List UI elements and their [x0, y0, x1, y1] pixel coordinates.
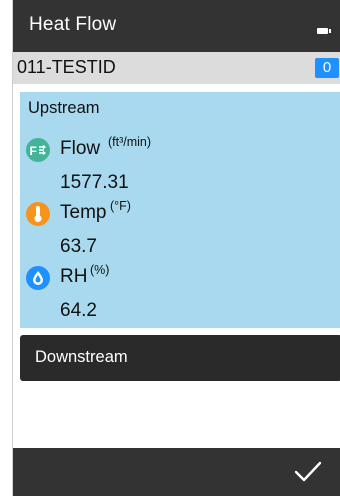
- downstream-panel[interactable]: Downstream: [20, 335, 340, 381]
- temp-value: 63.7: [60, 236, 97, 257]
- temp-label: Temp: [60, 202, 107, 223]
- flow-value: 1577.31: [60, 172, 129, 193]
- footer-bar: [13, 448, 340, 496]
- svg-text:F: F: [30, 144, 37, 158]
- title-bar: Heat Flow: [13, 0, 340, 52]
- device-id-bar[interactable]: 011-TESTID 0: [13, 52, 340, 84]
- upstream-panel[interactable]: Upstream F Flow (ft³/min) 1577.31 Temp (…: [20, 92, 340, 328]
- droplet-icon: [26, 266, 50, 290]
- flow-unit: (ft³/min): [108, 135, 152, 149]
- flow-icon: F: [26, 138, 50, 162]
- downstream-title: Downstream: [35, 348, 128, 366]
- temp-unit: (°F): [110, 199, 131, 213]
- checkmark-icon[interactable]: [293, 457, 323, 485]
- thermometer-icon: [26, 202, 50, 226]
- battery-icon: [317, 28, 331, 34]
- flow-label: Flow: [60, 138, 101, 159]
- rh-label: RH: [60, 266, 88, 287]
- rh-unit: (%): [90, 263, 110, 277]
- count-badge: 0: [315, 58, 339, 78]
- app-title: Heat Flow: [29, 14, 117, 35]
- app-frame: Heat Flow 011-TESTID 0 Upstream F Flow (…: [12, 0, 340, 496]
- device-id: 011-TESTID: [17, 57, 116, 77]
- upstream-title: Upstream: [28, 99, 100, 117]
- rh-value: 64.2: [60, 300, 97, 321]
